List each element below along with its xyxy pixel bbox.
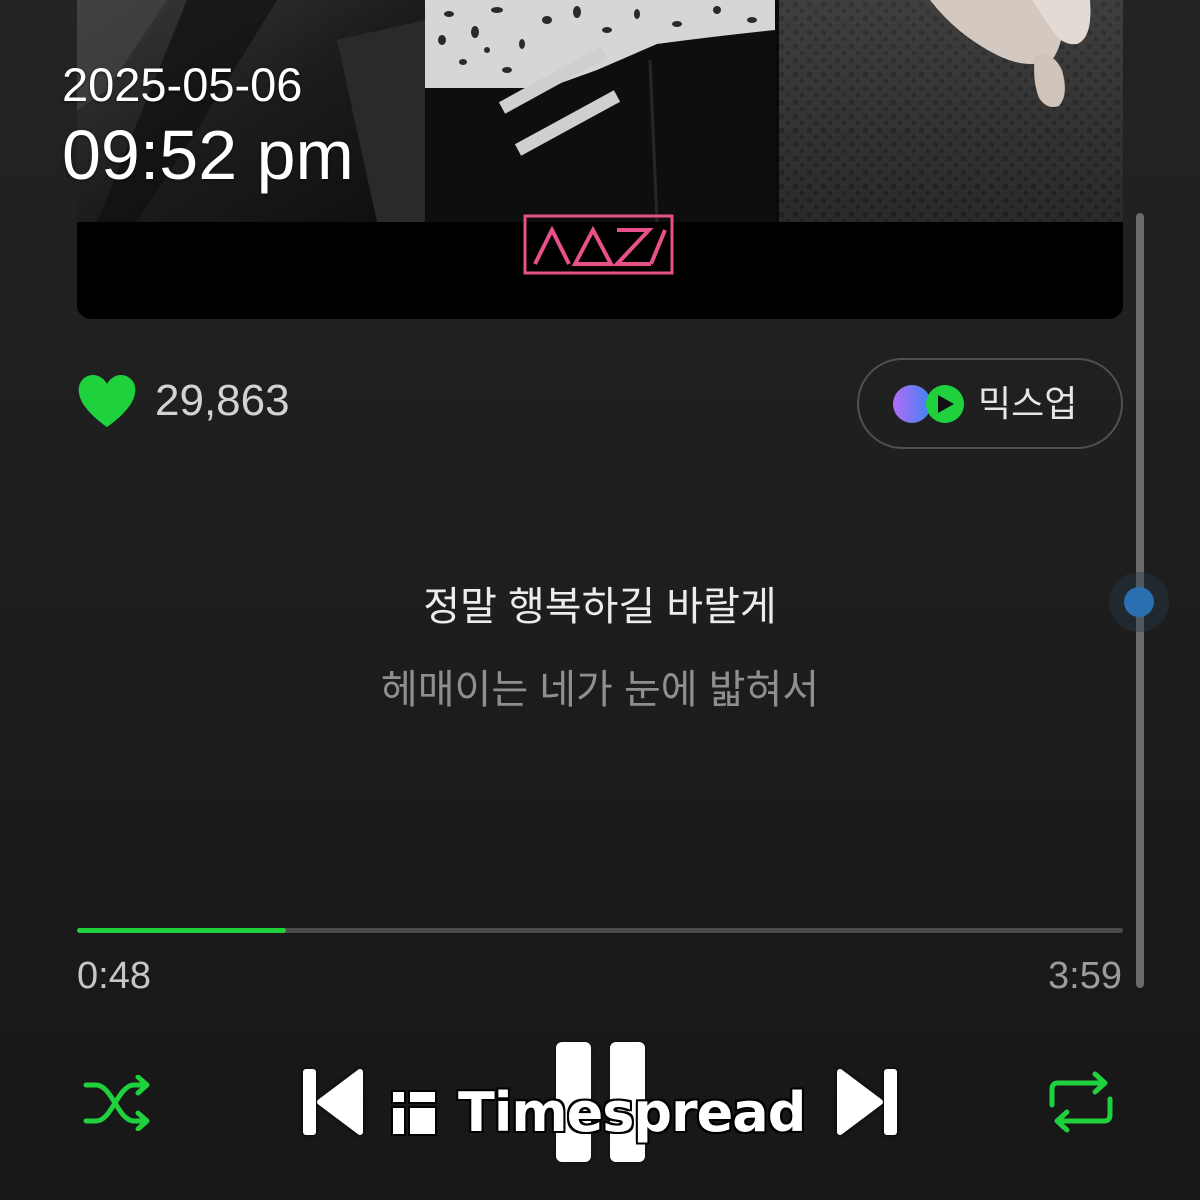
mixup-icon (892, 384, 966, 424)
mixup-label: 믹스업 (978, 382, 1078, 424)
progress-bar[interactable] (77, 928, 1123, 933)
time-duration: 3:59 (1048, 955, 1122, 997)
music-player-screen: 2025-05-06 09:52 pm 29,863 믹스업 정말 행복하길 바… (0, 0, 1200, 1200)
next-button[interactable] (836, 1066, 898, 1138)
skip-previous-icon (303, 1069, 363, 1135)
like-count: 29,863 (155, 376, 290, 425)
overlay-date: 2025-05-06 (62, 58, 303, 111)
heart-icon[interactable] (77, 374, 137, 429)
lyric-current-line[interactable]: 정말 행복하길 바랄게 (0, 583, 1200, 631)
watermark-text: Timespread (458, 1081, 806, 1144)
lyric-next-line[interactable]: 헤매이는 네가 눈에 밟혀서 (0, 666, 1200, 714)
overlay-time: 09:52 pm (62, 116, 354, 194)
shuffle-button[interactable] (82, 1075, 152, 1131)
progress-fill (77, 928, 287, 933)
time-elapsed: 0:48 (77, 955, 151, 997)
skip-next-icon (837, 1069, 897, 1135)
timespread-logo-icon (390, 1089, 438, 1137)
repeat-button[interactable] (1046, 1071, 1116, 1133)
previous-button[interactable] (302, 1066, 364, 1138)
mixup-button[interactable]: 믹스업 (857, 358, 1123, 449)
shuffle-icon (83, 1075, 150, 1131)
repeat-icon (1049, 1071, 1113, 1133)
heart-icon-graphic (78, 375, 136, 427)
